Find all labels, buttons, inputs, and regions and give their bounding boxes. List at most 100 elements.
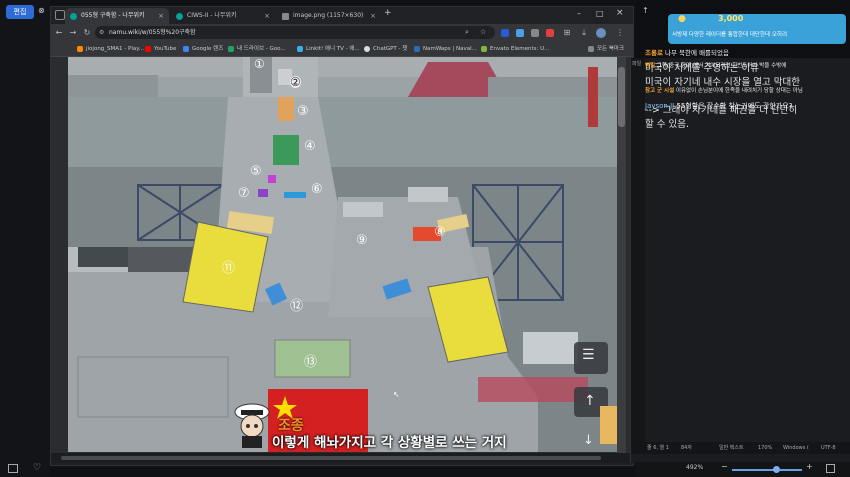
tab-image[interactable]: image.png (1157×630) × bbox=[277, 8, 381, 24]
bookmark-item[interactable]: 내 드라이브 - Goo... bbox=[228, 44, 286, 54]
warship-diagram-image: ① ② ③ ④ ⑤ ⑥ ⑦ ⑧ ⑨ ⑪ ⑫ ⑬ ☰ ↑ ↓ ↖ 조종 이렇게 해… bbox=[68, 57, 617, 452]
bookmark-item[interactable]: Google 렌즈 bbox=[183, 44, 223, 54]
list-icon[interactable]: ☰ bbox=[582, 347, 595, 363]
bookmark-item[interactable]: Envato Elements: U... bbox=[481, 44, 549, 54]
arrow-up-icon[interactable]: ↑ bbox=[584, 393, 596, 409]
tab-bar: 055형 구축함 - 나무위키 × CIWS-II - 나무위키 × image.p… bbox=[51, 7, 633, 24]
diagram-label: ⑨ bbox=[356, 233, 368, 248]
puzzle-icon[interactable]: ⊞ bbox=[561, 27, 573, 39]
bookmark-label: jiojong_SMA1 - Play... bbox=[86, 46, 144, 52]
zoom-out-icon[interactable]: − bbox=[721, 462, 728, 471]
diagram-label: ⑧ bbox=[434, 225, 446, 240]
minimize-button[interactable]: – bbox=[577, 9, 581, 18]
edit-button[interactable]: 편집 bbox=[6, 5, 34, 19]
zoom-in-icon[interactable]: + bbox=[806, 462, 813, 471]
menu-icon[interactable]: ⋮ bbox=[614, 27, 626, 39]
close-icon[interactable]: ⊗ bbox=[38, 6, 48, 16]
status-position: 줄 6, 열 1 bbox=[647, 445, 669, 451]
notepad-window: 파일 미국이 서게를 주영하는 이유 미국이 자기네 내수 시장을 열고 막대한… bbox=[630, 58, 850, 463]
all-bookmarks[interactable]: 모든 북마크 bbox=[588, 44, 624, 54]
bookmark-item[interactable]: NamWaps | Naval... bbox=[414, 44, 477, 54]
chat-line: 병일 그쪽(중국 항대)에서 기여도라면 한번도어서 박을 수밖에 bbox=[645, 61, 786, 69]
youtube-icon bbox=[145, 46, 151, 52]
arrow-down-icon[interactable]: ↓ bbox=[583, 433, 594, 448]
bookmark-label: Google 렌즈 bbox=[192, 46, 224, 52]
diagram-label: ⑤ bbox=[250, 164, 262, 179]
status-eol: Windows ( bbox=[783, 445, 809, 451]
namuwiki-icon bbox=[176, 13, 183, 20]
bookmark-item[interactable]: ChatGPT - 챗 bbox=[364, 44, 407, 54]
left-panel: 편집 ⊗ bbox=[0, 0, 50, 477]
bookmark-item[interactable]: jiojong_SMA1 - Play... bbox=[77, 44, 144, 54]
bookmark-item[interactable]: YouTube bbox=[145, 44, 176, 54]
download-icon[interactable]: ⤓ bbox=[578, 27, 590, 39]
chat-name: 조롱로 bbox=[645, 49, 663, 57]
tab-close-icon[interactable]: × bbox=[158, 8, 164, 24]
forward-icon[interactable]: → bbox=[67, 27, 79, 39]
bookmark-label: NamWaps | Naval... bbox=[423, 46, 477, 52]
envato-icon bbox=[481, 46, 487, 52]
extension-icon[interactable] bbox=[501, 29, 509, 37]
fit-icon[interactable] bbox=[826, 464, 835, 473]
bookmark-favicon bbox=[297, 46, 303, 52]
drive-icon bbox=[228, 46, 234, 52]
streamer-avatar bbox=[233, 402, 271, 448]
tab-close-icon[interactable]: × bbox=[370, 8, 376, 24]
zoom-icon[interactable]: ⌕ bbox=[465, 26, 469, 39]
url-text: namu.wiki/w/055형%20구축함 bbox=[109, 29, 196, 36]
extension-icon[interactable] bbox=[546, 29, 554, 37]
warship-diagram-svg bbox=[68, 57, 617, 452]
bookmark-label: YouTube bbox=[154, 46, 177, 52]
status-zoom: 170% bbox=[758, 445, 773, 451]
back-icon[interactable]: ← bbox=[53, 27, 65, 39]
page-viewport: ① ② ③ ④ ⑤ ⑥ ⑦ ⑧ ⑨ ⑪ ⑫ ⑬ ☰ ↑ ↓ ↖ 조종 이렇게 해… bbox=[51, 57, 633, 463]
vertical-scrollbar[interactable] bbox=[617, 57, 626, 463]
extension-icon[interactable] bbox=[516, 29, 524, 37]
folder-icon bbox=[588, 46, 594, 52]
avatar[interactable] bbox=[596, 28, 606, 38]
scrollbar-thumb[interactable] bbox=[618, 67, 625, 127]
maximize-button[interactable]: □ bbox=[596, 9, 604, 18]
bookmark-item[interactable]: Linkit! 애니 TV - 애... bbox=[297, 44, 360, 54]
extension-icon[interactable] bbox=[531, 29, 539, 37]
bookmark-star-icon[interactable]: ☆ bbox=[480, 26, 486, 39]
donation-message: 서방제 다양한 레이더를 통합한데 대단한데 오히려 bbox=[672, 32, 788, 38]
bookmark-label: Envato Elements: U... bbox=[490, 46, 550, 52]
image-icon bbox=[282, 13, 289, 20]
chat-text: 나무 북한에 배를되었음 bbox=[665, 49, 729, 57]
horizontal-scrollbar[interactable] bbox=[51, 453, 633, 463]
tab-close-icon[interactable]: × bbox=[264, 8, 270, 24]
tab-label: CIWS-II - 나무위키 bbox=[187, 12, 237, 19]
notepad-gutter: 파일 bbox=[631, 58, 645, 442]
bookmark-favicon bbox=[77, 46, 83, 52]
toolbar: ← → ↻ ⚙ namu.wiki/w/055형%20구축함 ⌕ ☆ ⊞ ⤓ ⋮ bbox=[51, 24, 633, 42]
taskbar: ♡ bbox=[0, 462, 50, 477]
bookmark-favicon bbox=[414, 46, 420, 52]
bookmark-label: 내 드라이브 - Goo... bbox=[237, 46, 286, 52]
subtitle-text: 이렇게 해놔가지고 각 상황별로 쓰는 거지 bbox=[272, 435, 507, 451]
notepad-text[interactable]: 미국이 서게를 주영하는 이유 미국이 자기네 내수 시장을 열고 막대한 --… bbox=[645, 62, 850, 132]
scrollbar-track[interactable] bbox=[61, 456, 601, 460]
site-info-icon[interactable]: ⚙ bbox=[99, 26, 104, 39]
notepad-status-bar: 줄 6, 열 1 84자 일반 텍스트 170% Windows ( UTF-8 bbox=[631, 442, 850, 454]
window-close-button[interactable]: × bbox=[616, 8, 624, 18]
tab-055[interactable]: 055형 구축함 - 나무위키 × bbox=[65, 8, 169, 24]
address-bar[interactable]: ⚙ namu.wiki/w/055형%20구축함 ⌕ ☆ bbox=[95, 26, 495, 39]
mouse-cursor: ↖ bbox=[393, 390, 400, 399]
monitor-icon[interactable] bbox=[8, 464, 18, 473]
heart-icon[interactable]: ♡ bbox=[33, 463, 41, 473]
tab-ciws[interactable]: CIWS-II - 나무위키 × bbox=[171, 8, 275, 24]
bookmark-label: ChatGPT - 챗 bbox=[373, 46, 408, 52]
zoom-slider[interactable] bbox=[732, 469, 802, 471]
status-encoding: UTF-8 bbox=[821, 445, 836, 451]
chat-name: 참고 군 시설 bbox=[645, 88, 675, 94]
chat-text: 그쪽(중국 항대)에서 기여도라면 한번도어서 박을 수밖에 bbox=[656, 63, 787, 69]
diagram-label: ① bbox=[254, 57, 265, 71]
menu-file[interactable]: 파일 bbox=[632, 60, 641, 67]
new-tab-button[interactable]: + bbox=[384, 8, 392, 18]
tab-list-icon[interactable] bbox=[55, 10, 65, 20]
zoom-slider-thumb[interactable] bbox=[773, 466, 780, 473]
diagram-label: ⑫ bbox=[290, 299, 304, 314]
scroll-up-icon[interactable]: ↑ bbox=[642, 6, 649, 15]
reload-icon[interactable]: ↻ bbox=[81, 27, 93, 39]
